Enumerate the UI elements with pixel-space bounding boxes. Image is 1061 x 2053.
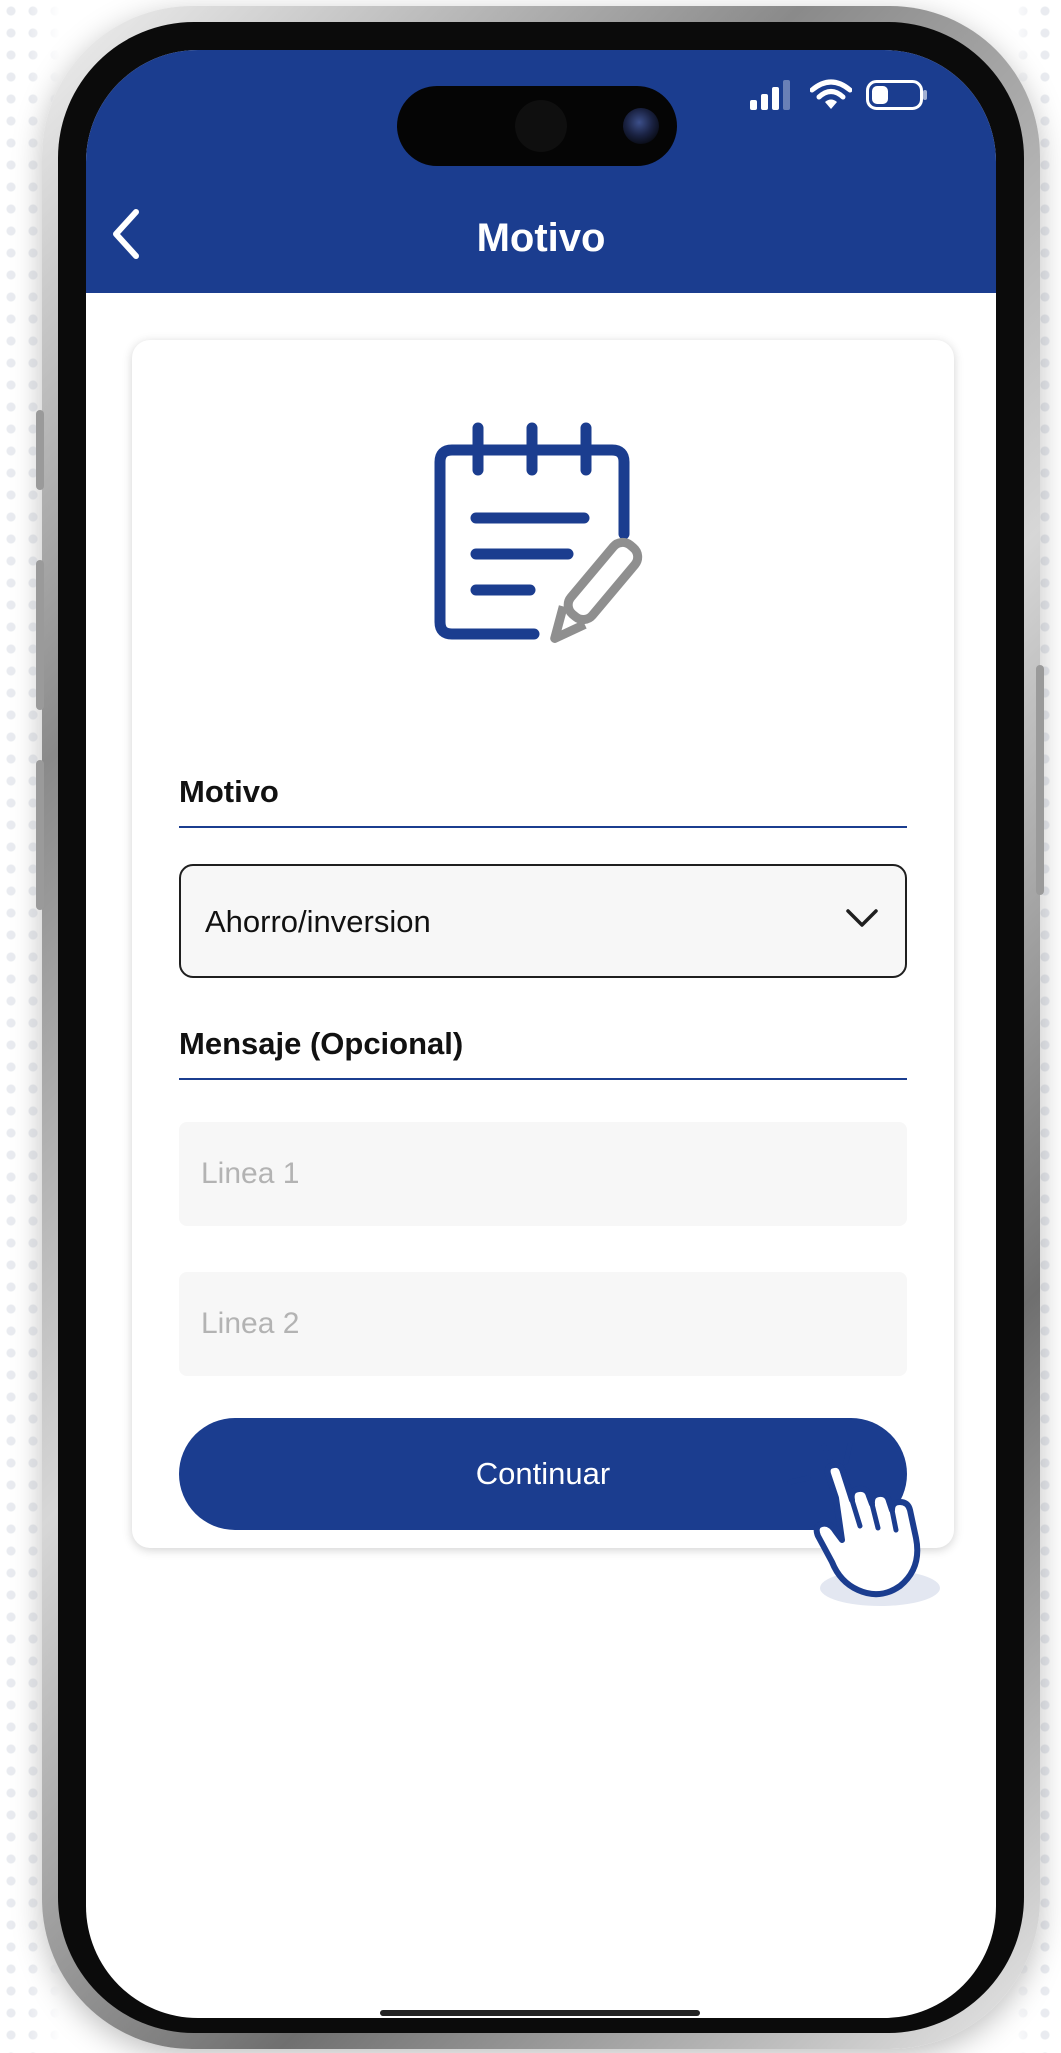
line1-input[interactable] <box>179 1122 907 1226</box>
form-card: Motivo Ahorro/inversion Mensaje (Opciona… <box>132 340 954 1548</box>
chevron-down-icon <box>846 909 878 927</box>
mensaje-label: Mensaje (Opcional) <box>179 1026 464 1061</box>
wifi-icon <box>810 79 852 109</box>
sensor <box>515 100 567 152</box>
motivo-divider <box>179 826 907 828</box>
phone-side-button <box>1036 665 1044 895</box>
status-bar <box>750 78 928 112</box>
front-camera <box>623 108 659 144</box>
line1-field[interactable] <box>179 1122 907 1226</box>
phone-screen: Motivo Motivo Ahorro/inversion Mensaje (… <box>86 50 996 2018</box>
motivo-select[interactable]: Ahorro/inversion <box>179 864 907 978</box>
phone-side-button <box>36 410 44 490</box>
phone-side-button <box>36 760 44 910</box>
battery-icon <box>866 80 927 110</box>
phone-side-button <box>36 560 44 710</box>
line2-input[interactable] <box>179 1272 907 1376</box>
page-title: Motivo <box>476 216 606 260</box>
motivo-selected-value: Ahorro/inversion <box>205 904 431 939</box>
signal-icon <box>750 80 790 110</box>
mensaje-divider <box>179 1078 907 1080</box>
dynamic-island <box>397 86 677 166</box>
notepad-edit-icon <box>434 422 643 643</box>
app-header: Motivo <box>86 50 996 293</box>
home-indicator <box>380 2010 700 2016</box>
hand-pointer-icon <box>787 1441 940 1606</box>
line2-field[interactable] <box>179 1272 907 1376</box>
motivo-label: Motivo <box>179 774 279 809</box>
